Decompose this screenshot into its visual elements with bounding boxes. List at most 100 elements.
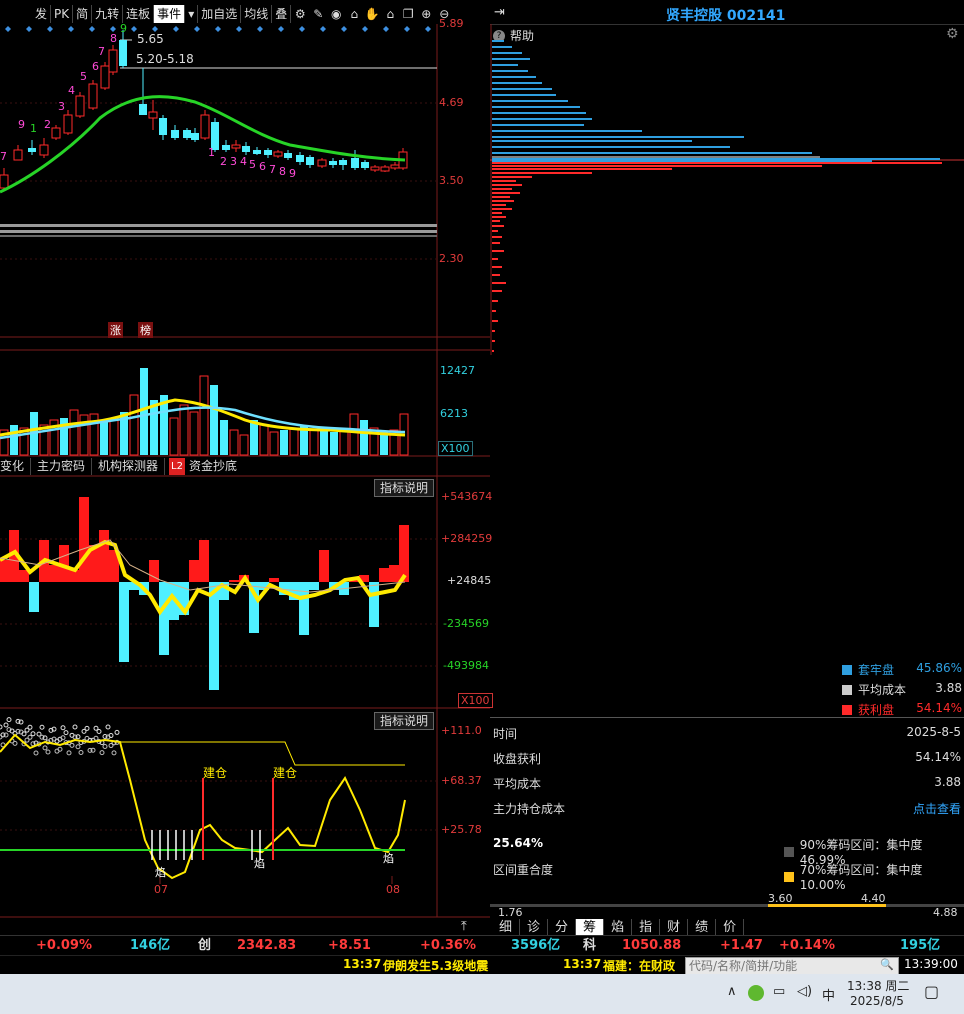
ime-indicator[interactable]: 中	[822, 985, 835, 1004]
chip-bar-profit	[492, 216, 506, 218]
news-text[interactable]: 福建：在财政	[603, 957, 675, 974]
osc-marker	[27, 724, 33, 730]
index-ticker: +0.09% 146亿 创 2342.83 +8.51 +0.36% 3596亿 科 1050.…	[0, 935, 964, 955]
right-tab[interactable]: 价	[716, 919, 745, 936]
taskbar-time[interactable]: 13:38 周二	[847, 977, 909, 994]
volume-bar	[179, 404, 189, 456]
info-value: 54.14%	[915, 750, 961, 764]
event-tag-bang[interactable]: 榜	[138, 322, 153, 338]
chip-bar-profit	[492, 282, 506, 284]
signal-jiancang-2: 建仓	[273, 766, 298, 780]
info-row: 收盘获利 54.14%	[493, 750, 961, 767]
candle-body	[183, 130, 191, 138]
ind-tab-fund-bottom[interactable]: L2 资金抄底	[165, 458, 241, 475]
legend-row: 套牢盘 45.86%	[842, 661, 962, 678]
ind-tab-main-code[interactable]: 主力密码	[31, 458, 93, 475]
chip-bar-locked	[492, 40, 504, 42]
nine-turn-num: 8	[279, 165, 286, 178]
info-key: 时间	[493, 727, 518, 741]
chip-bar-profit	[492, 274, 500, 276]
right-tab[interactable]: 细	[492, 919, 521, 936]
chip-bar-locked	[492, 76, 536, 78]
ind-tab-change[interactable]: 变化	[0, 458, 32, 475]
right-tabs: 细诊分筹焰指财绩价	[492, 919, 745, 936]
ind-tab-fund-bottom-label: 资金抄底	[188, 459, 237, 473]
chip-bar-locked	[492, 58, 530, 60]
osc-marker	[96, 729, 102, 735]
news-text[interactable]: 伊朗发生5.3级地震	[383, 957, 488, 974]
search-icon[interactable]: 🔍	[880, 958, 894, 971]
signal-yan-3: 焰	[383, 852, 394, 865]
osc-marker	[45, 749, 51, 755]
osc-marker	[99, 750, 105, 756]
candle-body	[0, 174, 9, 189]
right-tab[interactable]: 诊	[520, 919, 549, 936]
vol-unit: X100	[438, 441, 473, 456]
candle-body	[108, 49, 118, 73]
volume-bar	[320, 428, 328, 455]
ticker-value: 3596亿	[511, 938, 561, 953]
fund-bar	[159, 582, 169, 655]
chip-bar-profit	[492, 192, 520, 194]
candle-body	[329, 161, 337, 165]
candle-body	[13, 149, 23, 161]
osc-marker	[105, 724, 111, 730]
chip-bar-profit	[492, 242, 500, 244]
candle-body	[264, 150, 272, 155]
nine-turn-num: 1	[208, 146, 215, 159]
ind-tab-inst-detect[interactable]: 机构探测器	[92, 458, 166, 475]
search-box[interactable]: 🔍	[685, 957, 899, 975]
pin-icon[interactable]: ⤒	[461, 919, 467, 934]
info-value[interactable]: 点击查看	[913, 800, 961, 817]
osc-marker	[27, 734, 33, 740]
chip-bar-locked	[492, 94, 556, 96]
candle-body	[296, 155, 304, 162]
volume-bar	[150, 400, 158, 455]
chip-bar-profit	[492, 204, 506, 206]
osc-marker	[63, 730, 69, 736]
legend-value: 54.14%	[916, 701, 962, 715]
marker-diamond	[47, 26, 53, 32]
chip-bar-profit	[492, 220, 500, 222]
app-tray-icon[interactable]	[748, 985, 764, 1001]
chip-bar-locked	[492, 100, 568, 102]
fund-bar	[0, 560, 9, 582]
right-tab[interactable]: 焰	[604, 919, 633, 936]
chevron-up-icon[interactable]: ∧	[727, 984, 737, 999]
ticker-value: 创	[198, 938, 212, 953]
candle-body	[159, 118, 167, 135]
osc-marker	[12, 740, 18, 746]
right-tab[interactable]: 财	[660, 919, 689, 936]
osc-marker	[30, 731, 36, 737]
candle-body	[390, 164, 400, 169]
chip-bar-locked	[492, 64, 518, 66]
right-tab[interactable]: 分	[548, 919, 577, 936]
chip-panel: ⇥ 贤丰控股 002141 ? 帮助 ⚙ 套牢盘 45.86% 平均成本 3.88 获利…	[490, 0, 964, 936]
chip-bar-locked	[492, 106, 580, 108]
vol-axis-label: 12427	[440, 364, 475, 377]
event-tag-zhang[interactable]: 涨	[108, 322, 123, 338]
l2-badge: L2	[169, 458, 185, 475]
fund-axis-label: -234569	[443, 617, 489, 630]
chip-bar-profit	[492, 180, 516, 182]
candle-body	[200, 114, 210, 139]
right-tab[interactable]: 绩	[688, 919, 717, 936]
chip-bar-profit	[492, 310, 496, 312]
nine-turn-num: 7	[269, 163, 276, 176]
taskbar-date[interactable]: 2025/8/5	[850, 994, 904, 1008]
nine-turn-num: 4	[68, 84, 75, 97]
indicator-explain-button[interactable]: 指标说明	[374, 479, 435, 497]
right-tab[interactable]: 筹	[576, 919, 605, 936]
candle-body	[191, 133, 199, 140]
volume-bar	[259, 424, 269, 456]
notification-icon[interactable]: ▢	[924, 982, 939, 1001]
search-input[interactable]	[686, 958, 877, 973]
info-key: 主力持仓成本	[493, 802, 566, 816]
right-tab[interactable]: 指	[632, 919, 661, 936]
candle-body	[273, 151, 283, 157]
volume-icon[interactable]: ◁)	[797, 984, 812, 999]
network-icon[interactable]: ▭	[773, 984, 785, 999]
nine-turn-num: 7	[98, 45, 105, 58]
indicator-explain-button-2[interactable]: 指标说明	[374, 712, 435, 730]
chip-bar-locked	[492, 82, 542, 84]
